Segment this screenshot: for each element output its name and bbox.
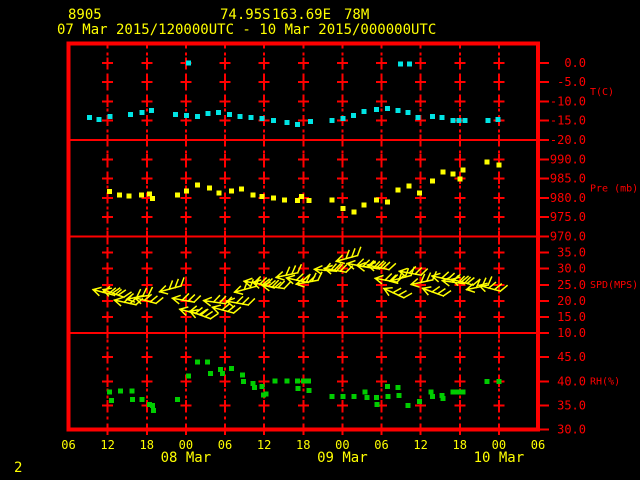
svg-text:SPD(MPS): SPD(MPS) — [590, 280, 638, 291]
svg-text:975.0: 975.0 — [550, 210, 586, 224]
svg-text:RH(%): RH(%) — [590, 376, 620, 387]
svg-text:T(C): T(C) — [590, 87, 614, 98]
svg-text:25.0: 25.0 — [557, 278, 586, 292]
svg-text:970.0: 970.0 — [550, 230, 586, 244]
svg-text:15.0: 15.0 — [557, 310, 586, 324]
svg-text:18: 18 — [453, 438, 467, 452]
svg-text:18: 18 — [140, 438, 154, 452]
temperature-series — [86, 60, 501, 128]
svg-text:12: 12 — [413, 438, 427, 452]
svg-text:-5.0: -5.0 — [557, 75, 586, 89]
svg-text:35.0: 35.0 — [557, 398, 586, 412]
svg-text:-20.0: -20.0 — [550, 133, 586, 147]
svg-text:12: 12 — [257, 438, 271, 452]
svg-text:12: 12 — [100, 438, 114, 452]
svg-text:990.0: 990.0 — [550, 152, 586, 166]
svg-text:08 Mar: 08 Mar — [161, 450, 212, 466]
svg-text:06: 06 — [374, 438, 388, 452]
svg-text:30.0: 30.0 — [557, 262, 586, 276]
svg-text:06: 06 — [218, 438, 232, 452]
svg-text:09 Mar: 09 Mar — [317, 450, 368, 466]
svg-text:20.0: 20.0 — [557, 294, 586, 308]
svg-text:30.0: 30.0 — [557, 423, 586, 437]
svg-text:980.0: 980.0 — [550, 191, 586, 205]
svg-text:-10.0: -10.0 — [550, 94, 586, 108]
svg-text:18: 18 — [296, 438, 310, 452]
svg-text:10 Mar: 10 Mar — [474, 450, 525, 466]
svg-text:Pre (mb): Pre (mb) — [590, 183, 638, 194]
svg-text:-15.0: -15.0 — [550, 114, 586, 128]
plot-screen: 8905 74.95S 163.69E 78M 07 Mar 2015/1200… — [0, 0, 640, 480]
wind-speed-series — [91, 246, 509, 320]
svg-text:985.0: 985.0 — [550, 172, 586, 186]
svg-text:06: 06 — [531, 438, 545, 452]
svg-text:45.0: 45.0 — [557, 350, 586, 364]
svg-text:35.0: 35.0 — [557, 246, 586, 260]
grid — [102, 45, 505, 435]
svg-text:40.0: 40.0 — [557, 374, 586, 388]
timeseries-plot: 0.0 -5.0 -10.0 -15.0 -20.0 T(C) 990.0 985.0 980.… — [61, 41, 638, 466]
svg-text:10.0: 10.0 — [557, 326, 586, 340]
svg-text:0.0: 0.0 — [564, 56, 586, 70]
svg-text:06: 06 — [61, 438, 75, 452]
x-axis-labels: 06 12 18 00 06 12 18 00 06 12 18 00 0608 Mar 09 Mar 10… — [61, 438, 545, 466]
